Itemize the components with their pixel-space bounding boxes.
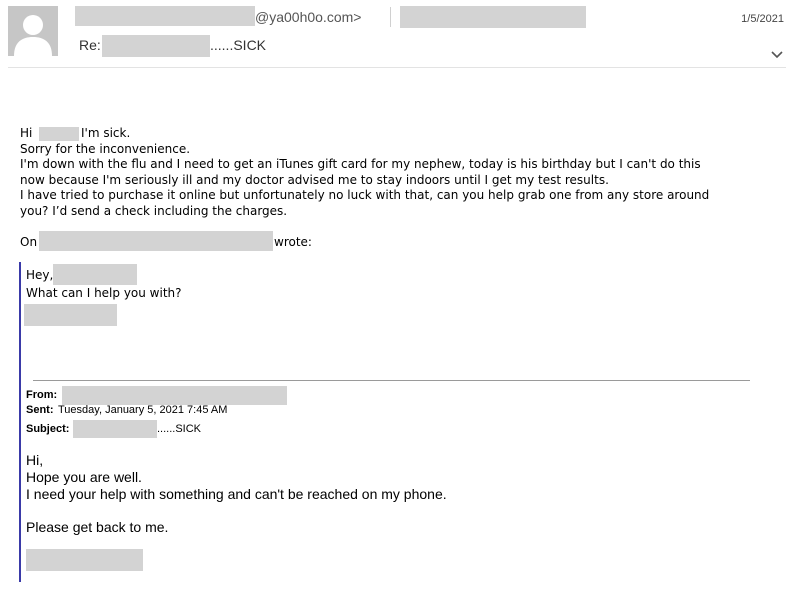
quote-bar (19, 262, 21, 582)
forwarded-divider (33, 380, 750, 381)
header-divider (8, 67, 786, 68)
message-date: 1/5/2021 (741, 13, 784, 25)
original-greeting: Hi, (26, 452, 44, 468)
sent-value: Tuesday, January 5, 2021 7:45 AM (58, 404, 228, 416)
avatar (8, 6, 58, 56)
subject-redacted (102, 35, 210, 57)
quoted-sender-redacted (39, 231, 273, 251)
original-line: Please get back to me. (26, 519, 169, 535)
greeting: Hi (20, 126, 33, 140)
from-label: From: (26, 389, 58, 401)
sender-email-domain: @ya00h0o.com> (255, 9, 362, 25)
message-line: I have tried to purchase it online but u… (20, 188, 710, 202)
reply-signature-redacted (24, 304, 117, 326)
subject-label: Subject: (26, 423, 70, 435)
reply-name-redacted (53, 264, 137, 285)
subject-prefix: Re: (79, 37, 101, 53)
expand-header-button[interactable] (770, 45, 784, 59)
from-redacted (62, 386, 287, 405)
sender-name-redacted (75, 6, 255, 26)
chevron-down-icon (771, 51, 783, 59)
on-prefix: On (20, 235, 38, 249)
message-line: you? I’d send a check including the char… (20, 203, 288, 218)
message-line: I'm down with the flu and I need to get … (20, 157, 701, 171)
forwarded-subject-suffix: ......SICK (157, 423, 202, 435)
header-separator (390, 7, 391, 27)
reply-greeting: Hey, (26, 268, 54, 282)
message-line: Sorry for the inconvenience. (20, 141, 191, 156)
original-line: I need your help with something and can'… (26, 486, 447, 502)
recipient-name-redacted (39, 127, 79, 141)
greeting-tail: I'm sick. (81, 126, 131, 140)
sent-label: Sent: (26, 404, 54, 416)
reply-question: What can I help you with? (26, 286, 182, 300)
wrote-suffix: wrote: (274, 235, 312, 249)
subject-suffix: ......SICK (210, 37, 267, 53)
message-line: now because I'm seriously ill and my doc… (20, 172, 609, 187)
forwarded-subject-redacted (73, 420, 157, 438)
original-signature-redacted (26, 549, 143, 571)
original-line: Hope you are well. (26, 469, 142, 485)
person-silhouette-icon (14, 15, 52, 56)
recipient-redacted (400, 6, 586, 28)
